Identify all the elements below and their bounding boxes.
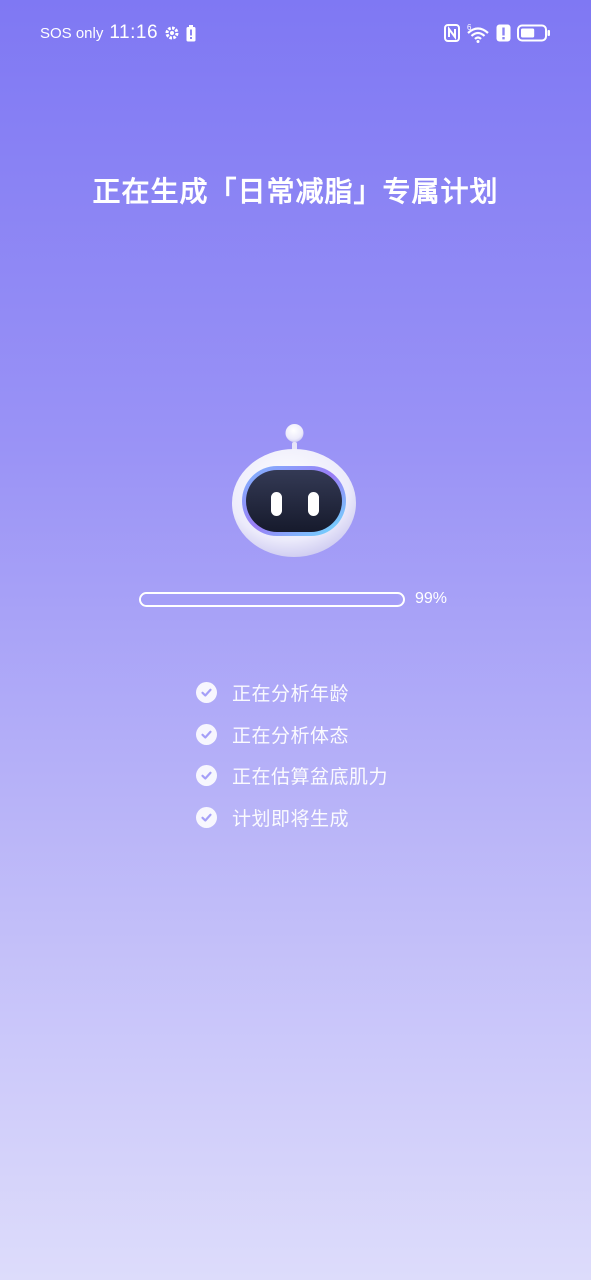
step-label: 正在分析体态 [232, 724, 350, 747]
progress-fill [141, 594, 401, 605]
list-item: 计划即将生成 [196, 797, 456, 839]
status-bar: SOS only 11:16 6 [0, 0, 591, 66]
check-icon [196, 765, 217, 787]
analysis-steps-list: 正在分析年龄 正在分析体态 正在估算盆底肌力 计划即将生成 [196, 672, 456, 838]
battery-icon [517, 24, 551, 42]
progress-bar [139, 592, 405, 607]
page-title: 正在生成「日常减脂」专属计划 [92, 175, 499, 208]
battery-alert-icon [186, 24, 196, 42]
carrier-text: SOS only [40, 24, 104, 42]
list-item: 正在分析体态 [196, 714, 456, 756]
status-right: 6 [444, 23, 551, 43]
step-label: 计划即将生成 [232, 807, 350, 830]
step-label: 正在估算盆底肌力 [232, 766, 389, 789]
check-icon [196, 723, 217, 745]
list-item: 正在估算盆底肌力 [196, 755, 456, 797]
progress-percentage: 99% [415, 590, 448, 607]
clock-time: 11:16 [109, 22, 159, 43]
robot-mascot-icon [222, 420, 366, 560]
alert-icon [496, 24, 511, 42]
settings-icon [164, 25, 180, 41]
check-icon [196, 682, 217, 704]
check-icon [196, 806, 217, 828]
status-left: SOS only 11:16 [40, 22, 196, 44]
nfc-icon [444, 24, 460, 42]
wifi-icon: 6 [466, 23, 490, 43]
step-label: 正在分析年龄 [232, 683, 350, 706]
list-item: 正在分析年龄 [196, 672, 456, 714]
